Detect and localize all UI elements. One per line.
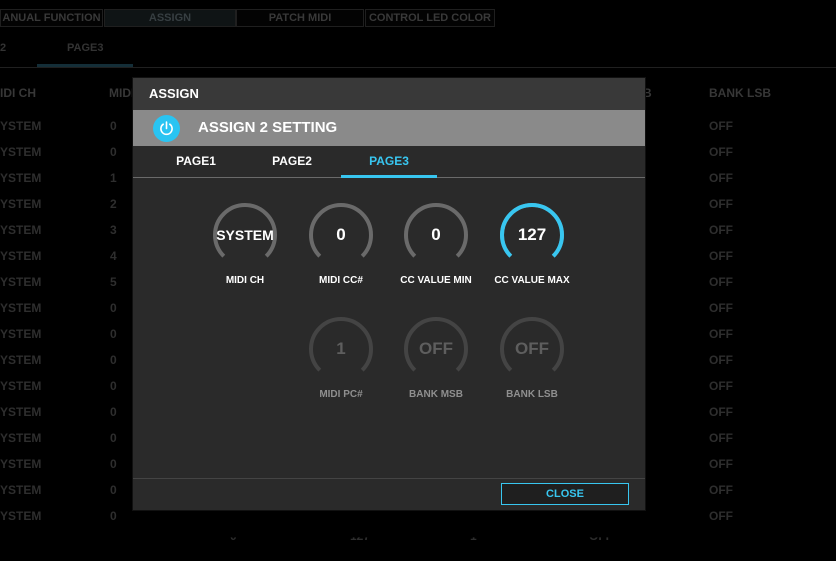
tab-page1[interactable]: PAGE1: [148, 146, 244, 177]
knob-value: OFF: [419, 339, 453, 358]
knob-value: 0: [336, 225, 346, 244]
power-icon[interactable]: [153, 115, 180, 142]
knob-value: 127: [517, 225, 547, 244]
bank-lsb-knob: OFF BANK LSB: [477, 316, 587, 412]
cc-value-min-knob[interactable]: 0 CC VALUE MIN: [381, 202, 491, 298]
midi-ch-knob[interactable]: SYSTEM MIDI CH: [190, 202, 300, 298]
dialog-header: ASSIGN 2 SETTING: [133, 110, 645, 146]
knob-value: OFF: [515, 339, 549, 358]
assign-setting-dialog: ASSIGN ASSIGN 2 SETTING PAGE1 PAGE2 PAGE…: [133, 78, 645, 510]
knob-label: BANK MSB: [409, 389, 463, 400]
midi-pc-knob: 1 MIDI PC#: [286, 316, 396, 412]
knob-label: MIDI CC#: [319, 275, 363, 286]
knob-label: BANK LSB: [506, 389, 558, 400]
tab-page2[interactable]: PAGE2: [244, 146, 340, 177]
knob-label: MIDI PC#: [319, 389, 363, 400]
close-button[interactable]: CLOSE: [501, 483, 629, 505]
dialog-footer-divider: [133, 478, 645, 479]
knob-label: CC VALUE MIN: [400, 275, 472, 286]
knob-value: 0: [431, 225, 441, 244]
bank-msb-knob: OFF BANK MSB: [381, 316, 491, 412]
tab-page3[interactable]: PAGE3: [341, 146, 437, 178]
knob-value: 1: [336, 339, 346, 358]
knob-label: CC VALUE MAX: [494, 275, 570, 286]
midi-cc-knob[interactable]: 0 MIDI CC#: [286, 202, 396, 298]
cc-value-max-knob[interactable]: 127 CC VALUE MAX: [477, 202, 587, 298]
dialog-header-title: ASSIGN 2 SETTING: [198, 119, 338, 136]
knob-value: SYSTEM: [216, 227, 274, 243]
knob-label: MIDI CH: [225, 275, 265, 286]
page-tab-bar: PAGE1 PAGE2 PAGE3: [133, 146, 645, 178]
dialog-title: ASSIGN: [133, 78, 645, 111]
